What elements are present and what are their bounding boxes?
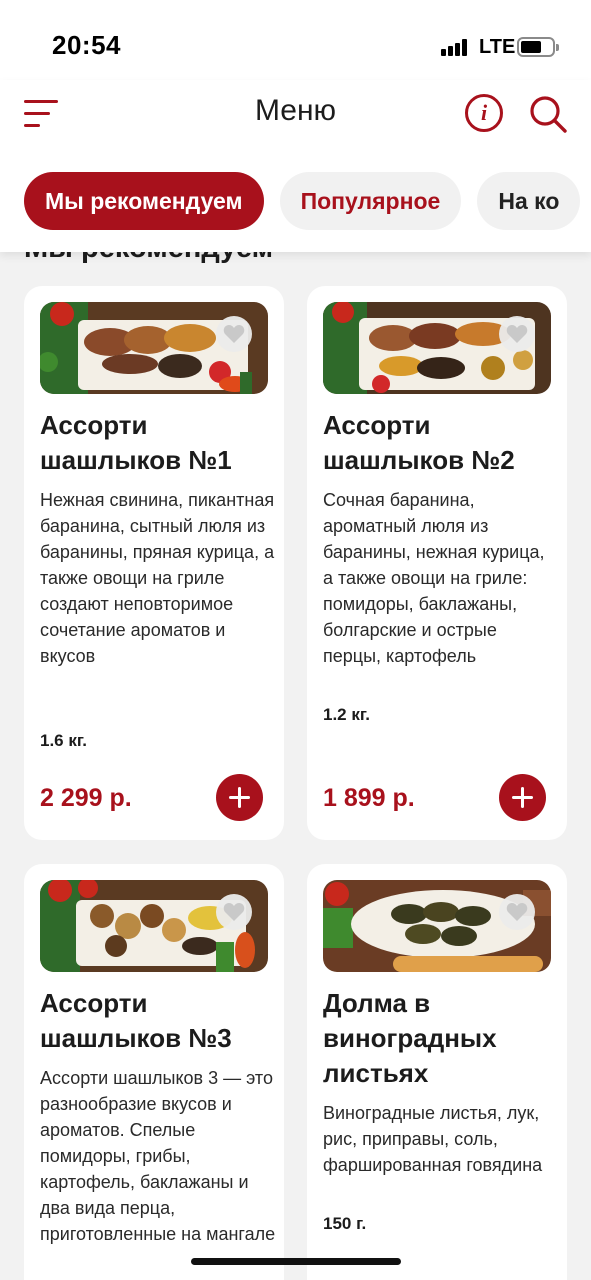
product-name: Ассорти шашлыков №3 bbox=[40, 988, 232, 1053]
product-description: Ассорти шашлыков 3 — это разнообразие вк… bbox=[40, 1068, 276, 1244]
category-tabs: Мы рекомендуем Популярное На ко bbox=[24, 172, 591, 230]
product-weight: 150 г. bbox=[323, 1214, 367, 1233]
info-icon[interactable]: i bbox=[465, 94, 503, 132]
product-name: Ассорти шашлыков №2 bbox=[323, 410, 515, 475]
product-weight: 1.2 кг. bbox=[323, 705, 370, 724]
network-label: LTE bbox=[479, 36, 516, 58]
product-card[interactable]: Ассорти шашлыков №3 Ассорти шашлыков 3 —… bbox=[24, 864, 284, 1280]
product-photo bbox=[40, 302, 268, 394]
status-time: 20:54 bbox=[52, 30, 121, 60]
product-card[interactable]: Долма в виноградных листьях Виноградные … bbox=[307, 864, 567, 1280]
product-description: Виноградные листья, лук, рис, приправы, … bbox=[323, 1103, 543, 1175]
heart-icon[interactable] bbox=[499, 316, 535, 352]
home-indicator[interactable] bbox=[191, 1258, 401, 1265]
heart-icon[interactable] bbox=[499, 894, 535, 930]
product-name: Долма в виноградных листьях bbox=[323, 988, 497, 1088]
product-description: Нежная свинина, пикантная баранина, сытн… bbox=[40, 490, 275, 666]
product-price: 1 899 р. bbox=[323, 784, 415, 812]
product-card[interactable]: Ассорти шашлыков №1 Нежная свинина, пика… bbox=[24, 286, 284, 840]
product-photo bbox=[323, 302, 551, 394]
add-to-cart-button[interactable] bbox=[216, 774, 263, 821]
product-photo bbox=[40, 880, 268, 972]
product-description: Сочная баранина, ароматный люля из баран… bbox=[323, 490, 545, 666]
app-header: Меню i Мы рекомендуем Популярное На ко bbox=[0, 80, 591, 252]
heart-icon[interactable] bbox=[216, 894, 252, 930]
tab-recommended[interactable]: Мы рекомендуем bbox=[24, 172, 264, 230]
tab-third[interactable]: На ко bbox=[477, 172, 581, 230]
product-card[interactable]: Ассорти шашлыков №2 Сочная баранина, аро… bbox=[307, 286, 567, 840]
add-to-cart-button[interactable] bbox=[499, 774, 546, 821]
tab-popular[interactable]: Популярное bbox=[279, 172, 462, 230]
product-weight: 1.6 кг. bbox=[40, 731, 87, 750]
status-bar: 20:54 LTE bbox=[0, 0, 591, 80]
heart-icon[interactable] bbox=[216, 316, 252, 352]
product-price: 2 299 р. bbox=[40, 784, 132, 812]
signal-icon bbox=[441, 38, 473, 56]
product-photo bbox=[323, 880, 551, 972]
product-name: Ассорти шашлыков №1 bbox=[40, 410, 232, 475]
search-icon[interactable] bbox=[528, 94, 568, 134]
battery-icon bbox=[517, 37, 559, 57]
